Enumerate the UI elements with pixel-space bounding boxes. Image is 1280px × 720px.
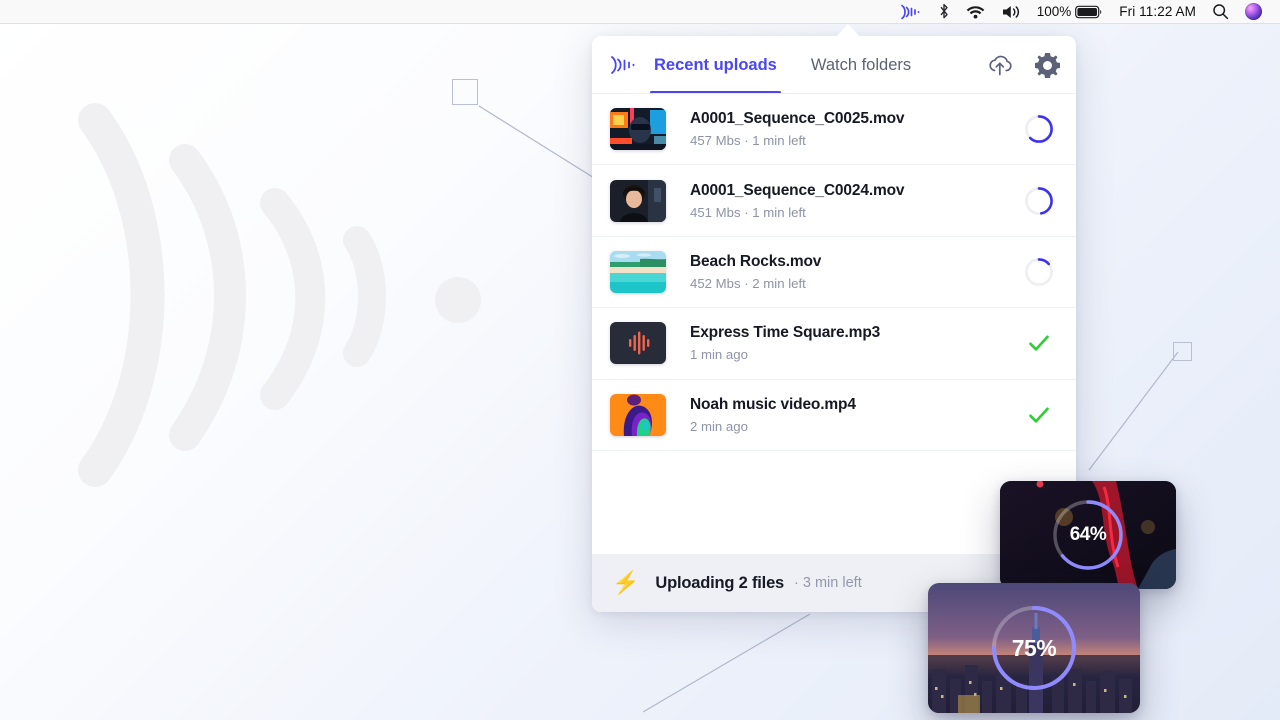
file-thumbnail — [610, 179, 666, 222]
list-item[interactable]: Beach Rocks.mov 452 Mbs · 2 min left — [592, 237, 1076, 309]
file-meta: 1 min ago — [690, 347, 748, 363]
panel-tabs: Recent uploads Watch folders — [650, 36, 915, 94]
bolt-icon: ⚡ — [612, 570, 640, 595]
file-name: A0001_Sequence_C0025.mov — [690, 110, 905, 128]
file-meta: 457 Mbs · 1 min left — [690, 133, 806, 149]
file-info: Noah music video.mp4 2 min ago — [666, 396, 1022, 434]
file-info: Express Time Square.mp3 1 min ago — [666, 324, 1022, 362]
panel-pointer-notch — [836, 24, 860, 37]
progress-card[interactable]: 75% — [928, 583, 1140, 713]
battery-indicator[interactable]: 100% — [1029, 0, 1112, 24]
gear-icon[interactable] — [1035, 52, 1060, 78]
file-name: Express Time Square.mp3 — [690, 324, 881, 342]
progress-card[interactable]: 64% — [1000, 481, 1176, 589]
file-name: A0001_Sequence_C0024.mov — [690, 181, 905, 199]
list-item[interactable]: A0001_Sequence_C0025.mov 457 Mbs · 1 min… — [592, 94, 1076, 166]
file-meta: 452 Mbs · 2 min left — [690, 275, 806, 291]
upload-progress-ring — [1022, 112, 1056, 146]
wifi-icon[interactable] — [958, 0, 993, 24]
list-item[interactable]: A0001_Sequence_C0024.mov 451 Mbs · 1 min… — [592, 165, 1076, 237]
upload-complete-check — [1022, 326, 1056, 360]
menubar-clock[interactable]: Fri 11:22 AM — [1111, 0, 1204, 24]
upload-progress-ring — [1022, 184, 1056, 218]
upload-complete-check — [1022, 398, 1056, 432]
signal-waves-icon — [610, 55, 644, 75]
clock-label: Fri 11:22 AM — [1119, 4, 1196, 19]
file-name: Noah music video.mp4 — [690, 395, 856, 413]
tab-recent-uploads-label: Recent uploads — [654, 55, 777, 74]
file-meta: 451 Mbs · 1 min left — [690, 204, 806, 220]
file-thumbnail — [610, 322, 666, 365]
list-item[interactable]: Noah music video.mp4 2 min ago — [592, 380, 1076, 451]
progress-percent-label: 64% — [1069, 524, 1107, 545]
siri-icon[interactable] — [1237, 0, 1270, 24]
tab-recent-uploads[interactable]: Recent uploads — [650, 36, 781, 94]
battery-percent-label: 100% — [1036, 4, 1072, 19]
tab-watch-folders-label: Watch folders — [810, 55, 912, 74]
file-info: Beach Rocks.mov 452 Mbs · 2 min left — [666, 253, 1022, 291]
panel-header: Recent uploads Watch folders — [592, 36, 1076, 94]
tab-watch-folders[interactable]: Watch folders — [807, 36, 915, 94]
panel-header-actions — [986, 52, 1060, 78]
cloud-upload-icon[interactable] — [986, 53, 1013, 77]
siri-orb — [1245, 3, 1262, 20]
volume-icon[interactable] — [993, 0, 1029, 24]
macos-menu-bar: 100% Fri 11:22 AM — [0, 0, 1280, 24]
file-name: Beach Rocks.mov — [690, 252, 822, 270]
bluetooth-icon[interactable] — [930, 0, 958, 24]
file-thumbnail — [610, 250, 666, 293]
upload-progress-ring — [1022, 255, 1056, 289]
file-thumbnail — [610, 108, 666, 151]
file-meta: 2 min ago — [690, 418, 748, 434]
list-item[interactable]: Express Time Square.mp3 1 min ago — [592, 308, 1076, 380]
header-divider — [592, 93, 1076, 94]
callout-square-right — [1173, 342, 1192, 361]
upload-eta-label: · 3 min left — [794, 575, 862, 591]
signal-waves-icon[interactable] — [892, 0, 930, 24]
progress-percent-label: 75% — [1011, 634, 1057, 661]
file-info: A0001_Sequence_C0025.mov 457 Mbs · 1 min… — [666, 110, 1022, 148]
search-icon[interactable] — [1204, 0, 1237, 24]
file-info: A0001_Sequence_C0024.mov 451 Mbs · 1 min… — [666, 182, 1022, 220]
upload-status-label: Uploading 2 files — [655, 573, 785, 592]
background-wave-graphic — [60, 95, 520, 495]
callout-square-top — [452, 79, 478, 105]
file-thumbnail — [610, 393, 666, 436]
